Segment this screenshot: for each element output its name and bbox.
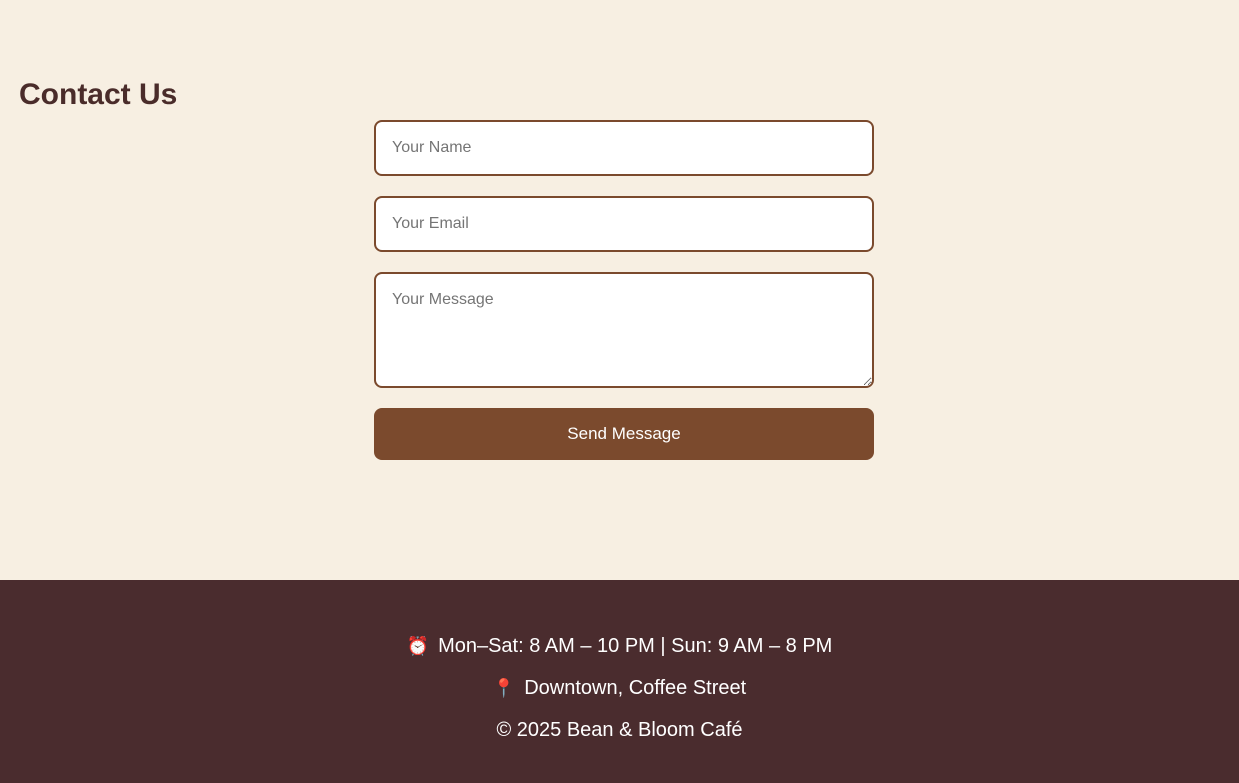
footer-hours: ⏰ Mon–Sat: 8 AM – 10 PM | Sun: 9 AM – 8 P…: [0, 633, 1239, 659]
alarm-clock-icon: ⏰: [406, 636, 430, 656]
name-input[interactable]: [374, 120, 874, 176]
footer: ⏰ Mon–Sat: 8 AM – 10 PM | Sun: 9 AM – 8 P…: [0, 580, 1239, 783]
message-textarea[interactable]: [374, 272, 874, 388]
page-title: Contact Us: [19, 78, 178, 111]
email-input[interactable]: [374, 196, 874, 252]
location-text: Downtown, Coffee Street: [524, 677, 747, 699]
footer-copyright: © 2025 Bean & Bloom Café: [496, 719, 743, 741]
location-pin-icon: 📍: [492, 678, 516, 698]
hours-text: Mon–Sat: 8 AM – 10 PM | Sun: 9 AM – 8 PM: [438, 635, 833, 657]
send-message-button[interactable]: Send Message: [374, 408, 874, 460]
footer-location: 📍 Downtown, Coffee Street: [0, 675, 1239, 701]
contact-section: Contact Us Send Message: [0, 0, 1239, 580]
